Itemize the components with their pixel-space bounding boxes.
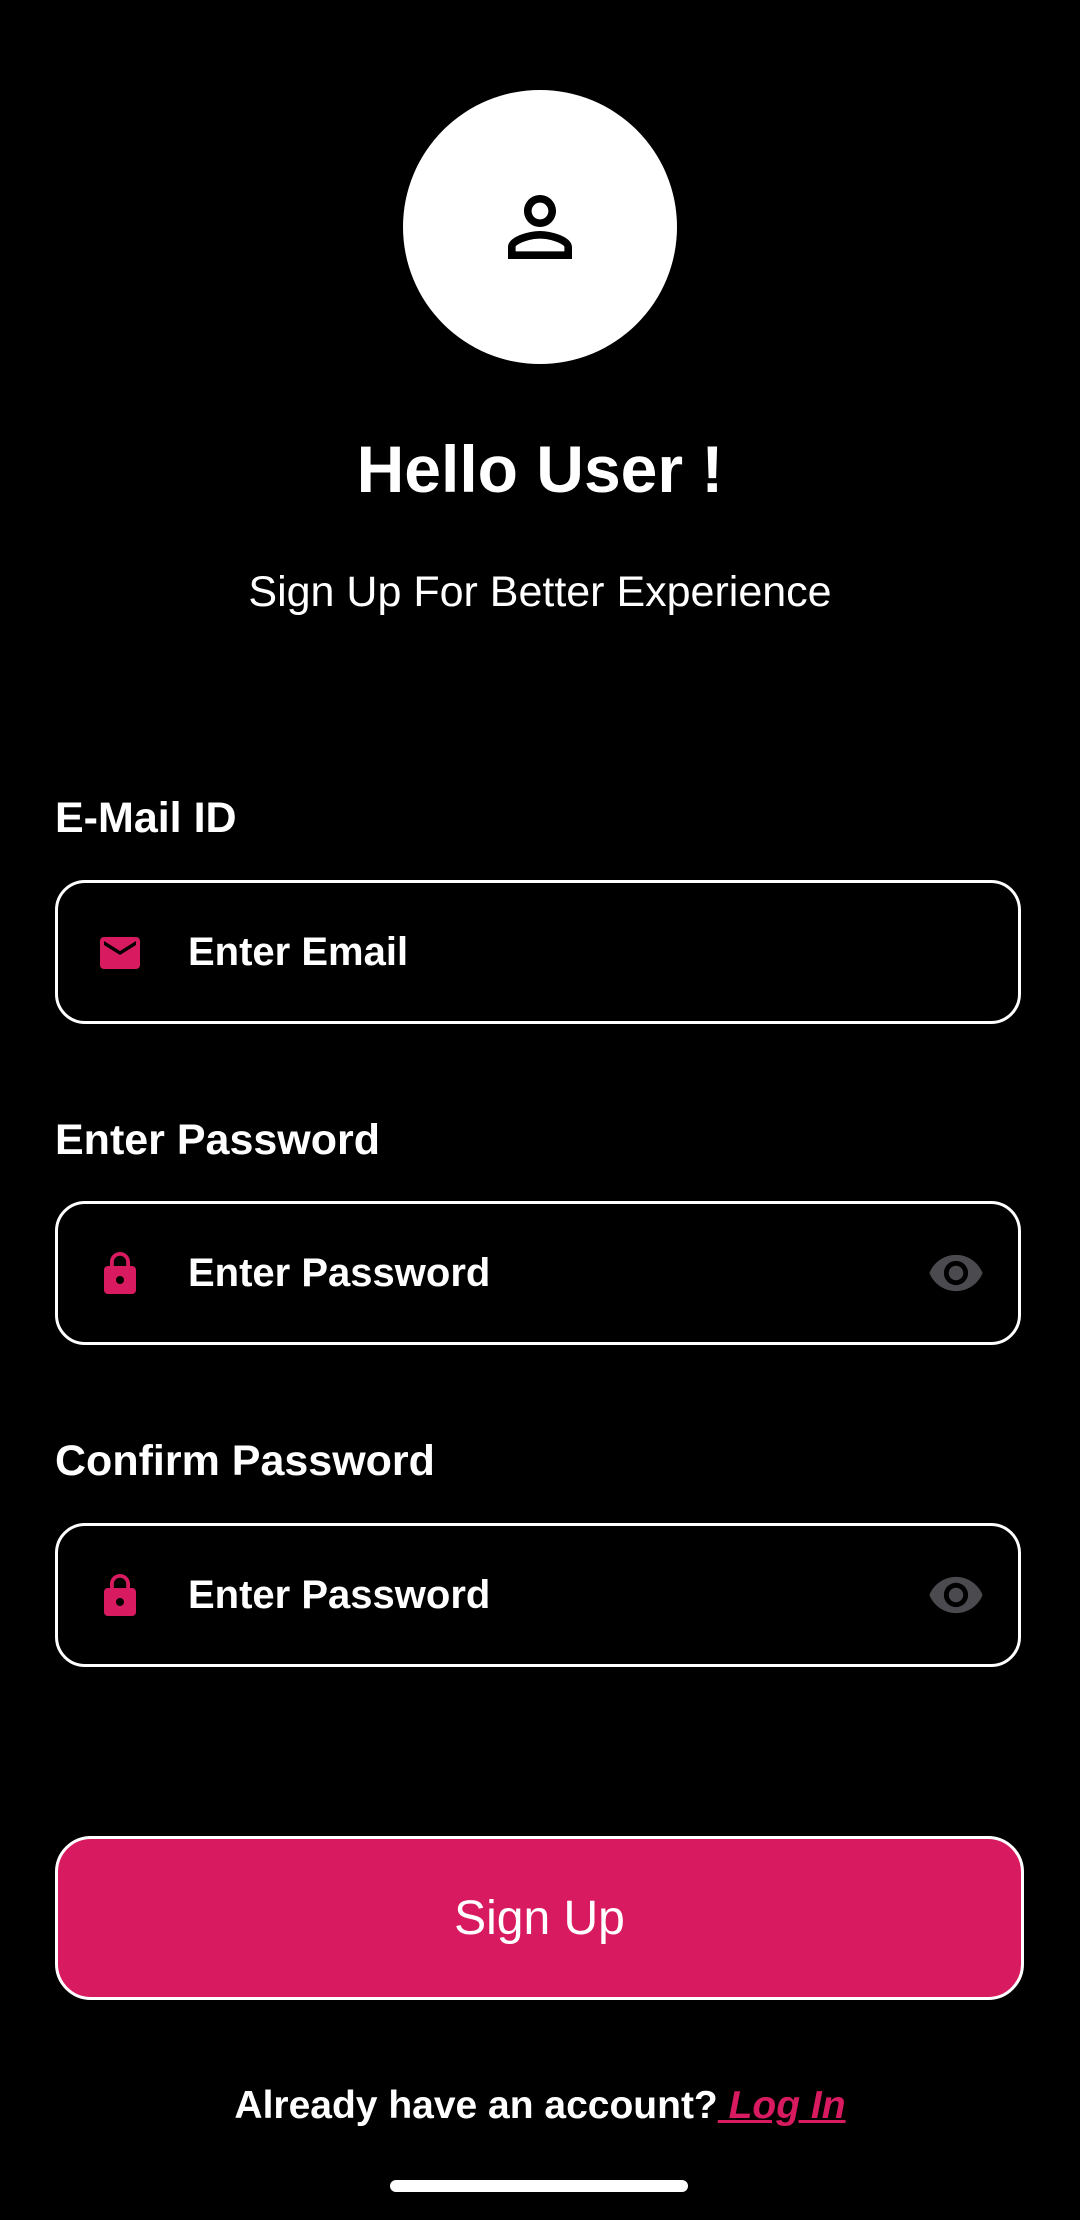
eye-icon[interactable]	[924, 1566, 988, 1624]
person-outline-icon	[508, 195, 572, 259]
confirm-password-field-container	[55, 1523, 1021, 1667]
confirm-password-input[interactable]	[188, 1526, 948, 1664]
email-field-container	[55, 880, 1021, 1024]
login-link[interactable]: Log In	[718, 2084, 846, 2127]
sign-up-button[interactable]: Sign Up	[55, 1836, 1024, 2000]
mail-icon	[100, 937, 140, 969]
avatar	[403, 90, 677, 364]
page-subtitle: Sign Up For Better Experience	[248, 568, 832, 616]
home-indicator[interactable]	[390, 2180, 688, 2192]
password-label: Enter Password	[55, 1116, 380, 1164]
password-field-container	[55, 1201, 1021, 1345]
login-prompt-text: Already have an account?	[234, 2084, 718, 2127]
password-input[interactable]	[188, 1204, 948, 1342]
email-label: E-Mail ID	[55, 794, 237, 842]
page-title: Hello User !	[356, 432, 724, 506]
login-prompt: Already have an account? Log In	[0, 2078, 1080, 2134]
confirm-password-label: Confirm Password	[55, 1437, 435, 1485]
eye-icon[interactable]	[924, 1244, 988, 1302]
lock-icon	[104, 1252, 136, 1294]
lock-icon	[104, 1574, 136, 1616]
email-input[interactable]	[188, 883, 948, 1021]
